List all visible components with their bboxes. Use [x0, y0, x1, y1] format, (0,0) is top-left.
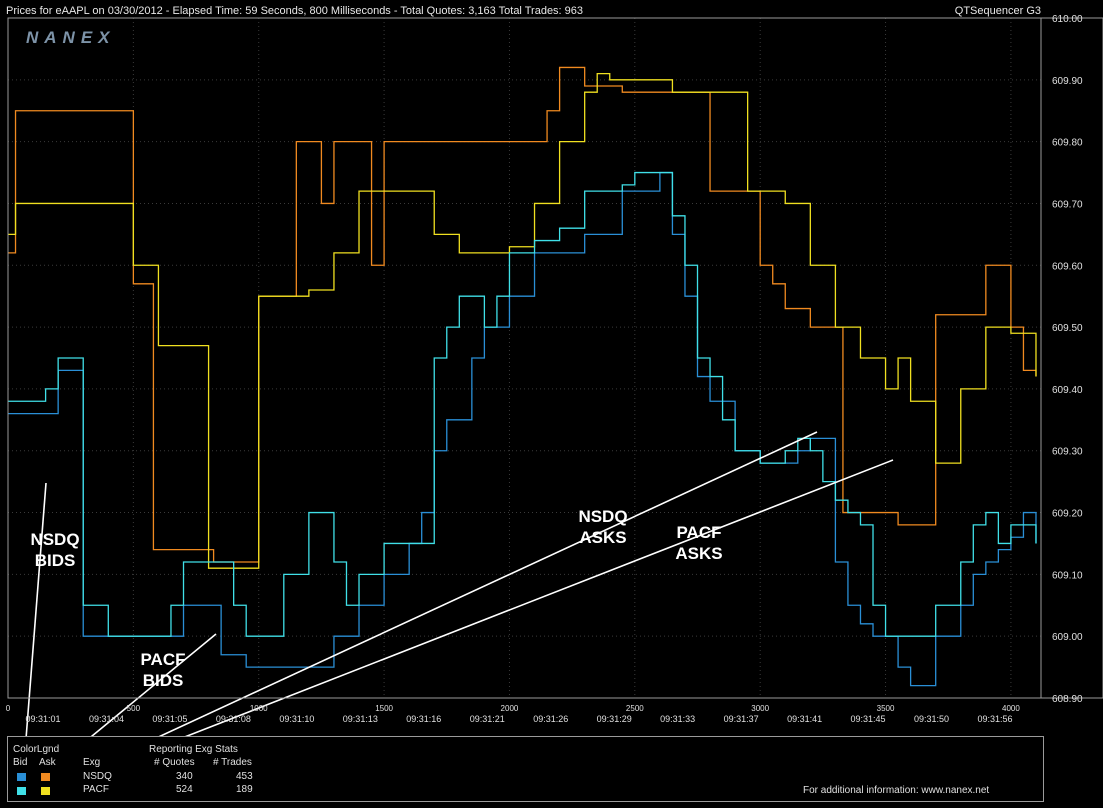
legend-ask-header: Ask	[39, 757, 56, 768]
time-label: 09:31:26	[533, 714, 568, 724]
y-tick-label: 609.50	[1052, 323, 1083, 334]
legend-stats-title: Reporting Exg Stats	[149, 744, 238, 755]
time-label: 09:31:08	[216, 714, 251, 724]
y-tick-label: 609.60	[1052, 261, 1083, 272]
time-label: 09:31:45	[851, 714, 886, 724]
legend-quotes-pacf: 524	[176, 784, 193, 795]
x-tick-label: 2500	[626, 704, 644, 713]
legend-trades-header: # Trades	[213, 757, 252, 768]
annotation-line: PACF	[676, 523, 721, 542]
time-label: 09:31:16	[406, 714, 441, 724]
legend-bid-header: Bid	[13, 757, 28, 768]
legend-trades-pacf: 189	[236, 784, 253, 795]
y-tick-label: 609.40	[1052, 385, 1083, 396]
legend-exg-header: Exg	[83, 757, 101, 768]
legend-exchange-pacf: PACF	[83, 784, 109, 795]
nsdq-ask-swatch	[41, 773, 50, 781]
y-tick-label: 610.00	[1052, 14, 1083, 25]
annotation-line: PACF	[140, 650, 185, 669]
time-label: 09:31:21	[470, 714, 505, 724]
time-label: 09:31:56	[977, 714, 1012, 724]
x-tick-label: 1500	[375, 704, 393, 713]
time-label: 09:31:50	[914, 714, 949, 724]
y-tick-label: 609.80	[1052, 138, 1083, 149]
x-tick-label: 1000	[250, 704, 268, 713]
x-tick-label: 4000	[1002, 704, 1020, 713]
y-tick-label: 609.00	[1052, 632, 1083, 643]
y-tick-label: 609.70	[1052, 199, 1083, 210]
y-tick-label: 609.90	[1052, 76, 1083, 87]
y-tick-label: 608.90	[1052, 694, 1083, 705]
legend-trades-nsdq: 453	[236, 771, 253, 782]
legend-quotes-header: # Quotes	[154, 757, 195, 768]
footer-info: For additional information: www.nanex.ne…	[803, 785, 990, 796]
time-label: 09:31:04	[89, 714, 124, 724]
legend-title: ColorLgnd	[13, 744, 60, 755]
chart-header-info: Prices for eAAPL on 03/30/2012 - Elapsed…	[6, 5, 584, 17]
y-tick-label: 609.10	[1052, 570, 1083, 581]
annotation-line: ASKS	[675, 544, 722, 563]
y-tick-label: 609.30	[1052, 447, 1083, 458]
x-tick-label: 2000	[501, 704, 519, 713]
annotation-line: NSDQ	[578, 507, 627, 526]
y-tick-label: 609.20	[1052, 509, 1083, 520]
time-label: 09:31:10	[279, 714, 314, 724]
annotation-line: ASKS	[579, 528, 626, 547]
annotation-line: BIDS	[35, 551, 76, 570]
time-label: 09:31:05	[152, 714, 187, 724]
legend-exchange-nsdq: NSDQ	[83, 771, 112, 782]
legend-quotes-nsdq: 340	[176, 771, 193, 782]
nanex-logo: NANEX	[26, 28, 116, 47]
annotation-line: NSDQ	[30, 530, 79, 549]
time-label: 09:31:01	[25, 714, 60, 724]
time-label: 09:31:37	[724, 714, 759, 724]
time-label: 09:31:41	[787, 714, 822, 724]
x-tick-label: 0	[6, 704, 11, 713]
x-tick-label: 3500	[877, 704, 895, 713]
nsdq-bid-swatch	[17, 773, 26, 781]
pacf-bid-swatch	[17, 787, 26, 795]
price-chart: NANEX 608.90 609.00 609.10 609.20 609.30 609.4…	[0, 0, 1103, 736]
time-label: 09:31:33	[660, 714, 695, 724]
time-label: 09:31:29	[597, 714, 632, 724]
app-name: QTSequencer G3	[954, 5, 1041, 17]
pacf-ask-swatch	[41, 787, 50, 795]
annotation-line: BIDS	[143, 671, 184, 690]
x-tick-label: 500	[127, 704, 141, 713]
x-tick-label: 3000	[751, 704, 769, 713]
time-label: 09:31:13	[343, 714, 378, 724]
